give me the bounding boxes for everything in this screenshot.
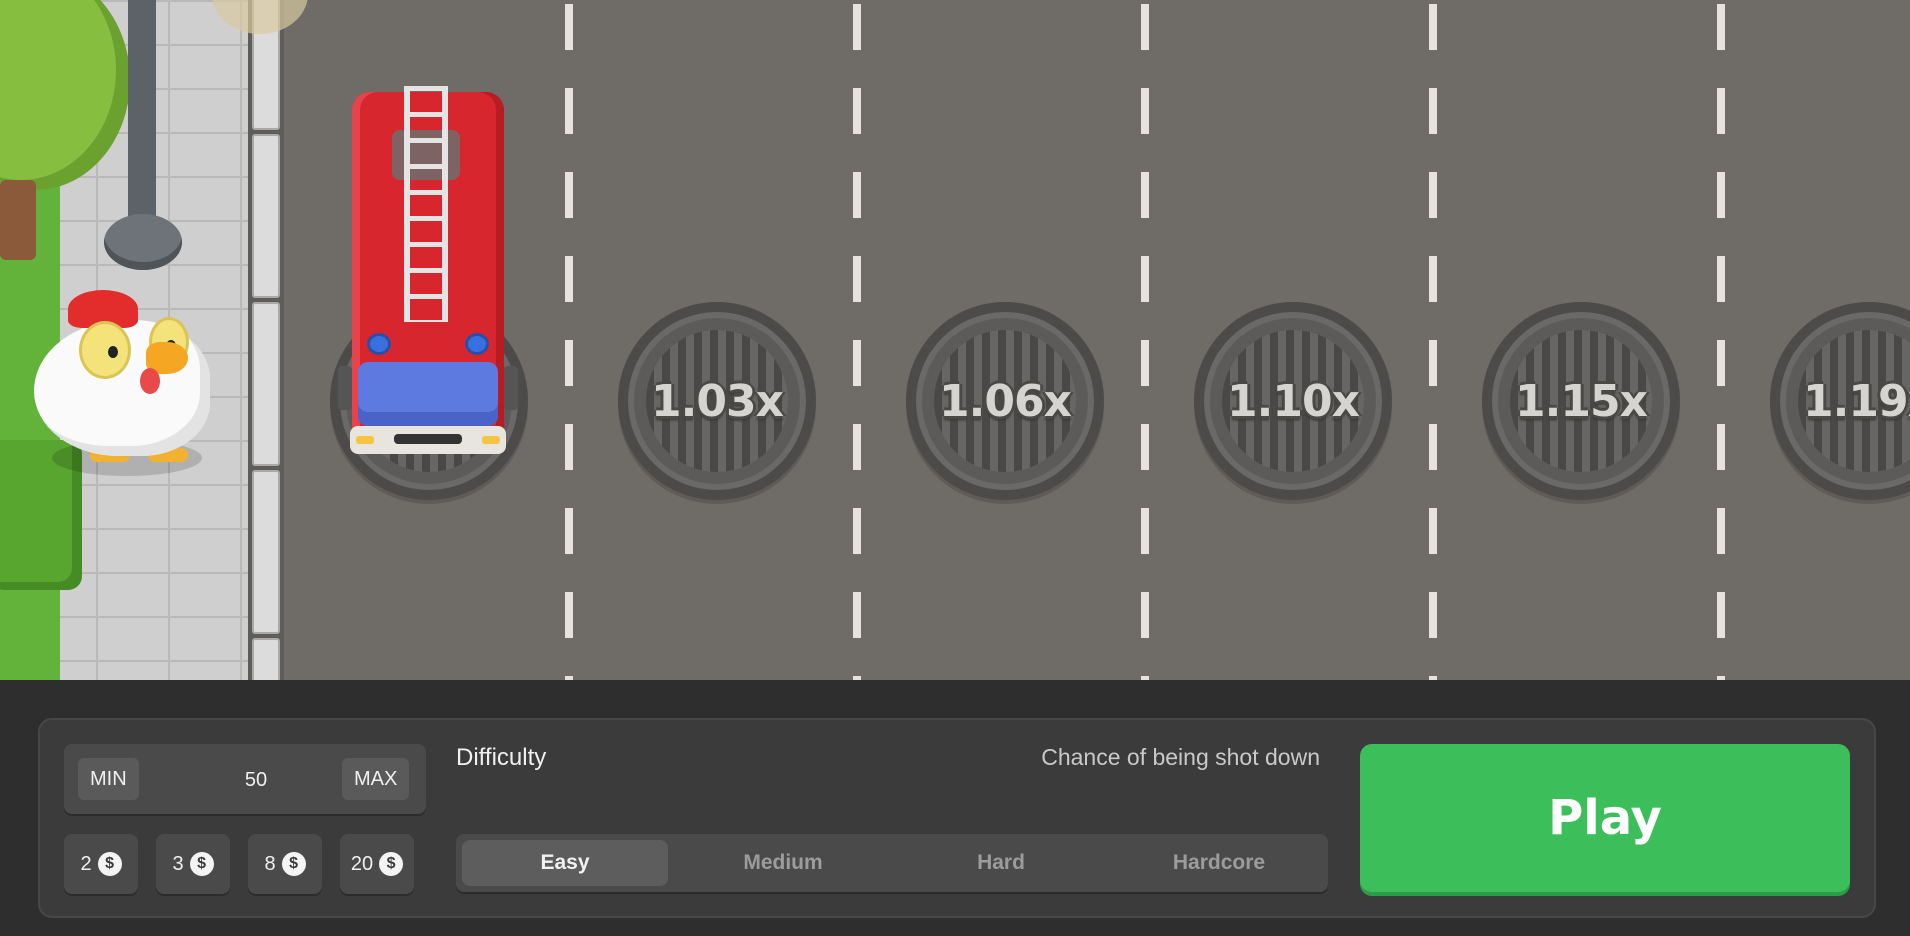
multiplier-label: 1.15x [1515, 375, 1648, 427]
street-lamp-pole [128, 0, 156, 236]
dollar-coin-icon: $ [379, 852, 404, 876]
quick-bet-amount: 2 [80, 852, 92, 875]
quick-bet-button[interactable]: 3 $ [156, 834, 230, 894]
bet-amount-input[interactable] [214, 758, 298, 802]
truck-grill [394, 434, 462, 444]
street-lamp-base [104, 214, 182, 270]
curb-stone [252, 470, 280, 634]
min-bet-button[interactable]: MIN [78, 758, 139, 800]
curb-stone [252, 638, 280, 680]
dollar-coin-icon: $ [189, 852, 214, 876]
dollar-coin-icon: $ [281, 852, 306, 876]
truck-mirror [338, 366, 352, 410]
quick-bet-button[interactable]: 8 $ [248, 834, 322, 894]
quick-bet-button[interactable]: 20 $ [340, 834, 414, 894]
quick-bet-amount: 20 [350, 852, 374, 875]
chicken-player [28, 290, 218, 480]
headlight-icon [356, 436, 374, 444]
fire-truck [338, 86, 518, 460]
curb-stone [252, 302, 280, 466]
dollar-coin-icon: $ [97, 852, 122, 876]
multiplier-label: 1.19x [1803, 375, 1910, 427]
multiplier-label: 1.03x [651, 375, 784, 427]
multiplier-manhole[interactable]: 1.15x [1482, 302, 1680, 500]
game-board: 1.03x 1.06x 1.10x 1.15x 1.19x [0, 0, 1910, 680]
difficulty-option-hard[interactable]: Hard [898, 840, 1104, 886]
quick-bet-button[interactable]: 2 $ [64, 834, 138, 894]
road [284, 0, 1910, 680]
headlight-icon [482, 436, 500, 444]
multiplier-label: 1.10x [1227, 375, 1360, 427]
multiplier-manhole[interactable]: 1.03x [618, 302, 816, 500]
difficulty-option-medium[interactable]: Medium [680, 840, 886, 886]
curb-stone [252, 134, 280, 298]
lane-divider [1717, 0, 1725, 680]
siren-icon [370, 336, 388, 352]
tree-trunk [0, 180, 36, 260]
difficulty-selector: Easy Medium Hard Hardcore [456, 834, 1328, 892]
lane-divider [853, 0, 861, 680]
multiplier-manhole[interactable]: 1.06x [906, 302, 1104, 500]
lane-divider [1141, 0, 1149, 680]
quick-bet-amount: 3 [172, 852, 184, 875]
chicken-comb [68, 290, 138, 328]
siren-icon [468, 336, 486, 352]
chance-label: Chance of being shot down [1041, 744, 1320, 770]
lane-divider [1429, 0, 1437, 680]
chicken-wattle [140, 368, 160, 394]
lane-divider [565, 0, 573, 680]
game-screen: 1.03x 1.06x 1.10x 1.15x 1.19x [0, 0, 1910, 936]
truck-mirror [504, 366, 518, 410]
play-button[interactable]: Play [1360, 744, 1850, 892]
difficulty-option-hardcore[interactable]: Hardcore [1116, 840, 1322, 886]
truck-windshield [358, 362, 498, 426]
difficulty-label: Difficulty [456, 744, 547, 771]
truck-ladder [404, 86, 448, 322]
quick-bet-amount: 8 [264, 852, 276, 875]
chicken-eye [82, 324, 128, 376]
max-bet-button[interactable]: MAX [342, 758, 410, 800]
difficulty-option-easy[interactable]: Easy [462, 840, 668, 886]
bet-amount-control: MIN MAX [64, 744, 426, 814]
multiplier-manhole[interactable]: 1.10x [1194, 302, 1392, 500]
multiplier-label: 1.06x [939, 375, 1072, 427]
